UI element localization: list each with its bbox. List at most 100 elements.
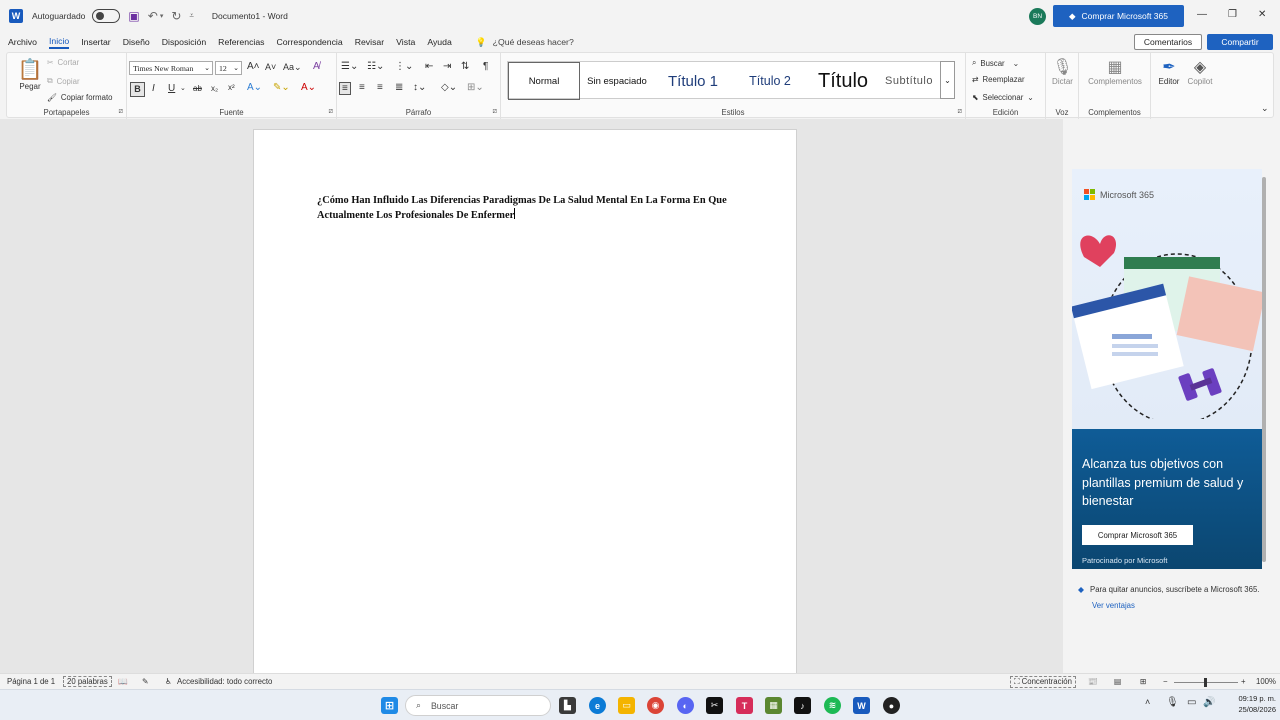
- tab-inicio[interactable]: Inicio: [48, 36, 70, 49]
- tray-chevron-icon[interactable]: ˄: [1145, 697, 1150, 707]
- dictate-button[interactable]: 🎙 Dictar: [1048, 57, 1077, 86]
- pilcrow-icon[interactable]: ¶: [483, 61, 488, 72]
- paste-button[interactable]: 📋 Pegar: [15, 57, 45, 91]
- strikethrough-icon[interactable]: ab: [193, 84, 202, 93]
- font-name-select[interactable]: Times New Roman ⌄: [129, 61, 213, 75]
- tab-diseno[interactable]: Diseño: [123, 37, 150, 47]
- font-launcher-icon[interactable]: ⧄: [329, 108, 333, 116]
- styles-launcher-icon[interactable]: ⧄: [958, 108, 962, 116]
- print-layout-icon[interactable]: ▤: [1114, 677, 1121, 686]
- tab-vista[interactable]: Vista: [396, 37, 415, 47]
- change-case-icon[interactable]: Aa⌄: [283, 62, 302, 73]
- clock[interactable]: 09:19 p. m. 25/08/2026: [1222, 693, 1276, 715]
- task-view-icon[interactable]: ▙: [559, 697, 576, 714]
- zoom-in-icon[interactable]: +: [1241, 677, 1246, 686]
- multilevel-list-icon[interactable]: ⋮⌄: [395, 61, 413, 72]
- shrink-font-icon[interactable]: A˅: [265, 62, 276, 72]
- undo-icon[interactable]: ↶: [148, 9, 158, 23]
- align-center-icon[interactable]: ≡: [359, 82, 365, 93]
- find-button[interactable]: ⌕ Buscar ⌄: [972, 58, 1019, 68]
- underline-icon[interactable]: U: [168, 83, 175, 94]
- tab-referencias[interactable]: Referencias: [218, 37, 264, 47]
- discord-icon[interactable]: ◐: [677, 697, 694, 714]
- style-subtitle[interactable]: Subtítulo: [878, 62, 940, 100]
- minecraft-icon[interactable]: ▦: [765, 697, 782, 714]
- highlight-icon[interactable]: ✎⌄: [273, 82, 290, 93]
- clipboard-launcher-icon[interactable]: ⧄: [119, 108, 123, 116]
- align-right-icon[interactable]: ≡: [377, 82, 383, 93]
- document-page[interactable]: ¿Cómo Han Influido Las Diferencias Parad…: [253, 129, 797, 679]
- grow-font-icon[interactable]: A˄: [247, 61, 260, 72]
- restore-icon[interactable]: ❐: [1228, 9, 1237, 20]
- photo-app-icon[interactable]: T: [736, 697, 753, 714]
- replace-button[interactable]: ⇄ Reemplazar: [972, 75, 1025, 84]
- ad-buy-button[interactable]: Comprar Microsoft 365: [1082, 525, 1193, 545]
- read-mode-icon[interactable]: 📰: [1088, 677, 1098, 686]
- word-taskbar-icon[interactable]: W: [853, 697, 870, 714]
- focus-mode[interactable]: ⛶ Concentración: [1010, 676, 1076, 688]
- undo-dropdown-icon[interactable]: ▾: [160, 12, 164, 20]
- tiktok-icon[interactable]: ♪: [794, 697, 811, 714]
- editor-button[interactable]: ✒ Editor: [1155, 57, 1183, 86]
- customize-qat-icon[interactable]: ⩡: [189, 11, 194, 21]
- style-normal[interactable]: Normal: [508, 62, 580, 100]
- borders-icon[interactable]: ⊞⌄: [467, 82, 484, 93]
- bullets-icon[interactable]: ☰⌄: [341, 61, 358, 72]
- collapse-ribbon-icon[interactable]: ⌄: [1261, 103, 1269, 114]
- clear-formatting-icon[interactable]: A̸: [313, 61, 320, 72]
- style-heading-2[interactable]: Título 2: [732, 62, 808, 100]
- sort-icon[interactable]: ⇅: [461, 61, 469, 72]
- increase-indent-icon[interactable]: ⇥: [443, 61, 451, 72]
- addins-button[interactable]: ▦ Complementos: [1085, 57, 1145, 86]
- tab-archivo[interactable]: Archivo: [8, 37, 37, 47]
- minimize-icon[interactable]: —: [1197, 9, 1207, 20]
- capcut-icon[interactable]: ✂: [706, 697, 723, 714]
- tell-me-search[interactable]: 💡 ¿Qué deseas hacer?: [476, 37, 574, 48]
- autosave-toggle[interactable]: [92, 9, 121, 23]
- text-effects-icon[interactable]: A⌄: [247, 82, 262, 93]
- microphone-tray-icon[interactable]: 🎙: [1166, 697, 1179, 708]
- page-count[interactable]: Página 1 de 1: [7, 677, 55, 686]
- tab-correspondencia[interactable]: Correspondencia: [277, 37, 343, 47]
- format-painter-button[interactable]: 🖌 Copiar formato: [47, 93, 112, 102]
- tab-revisar[interactable]: Revisar: [355, 37, 384, 47]
- buy-microsoft-365-button[interactable]: ◆ Comprar Microsoft 365: [1053, 5, 1184, 27]
- track-changes-icon[interactable]: ✎: [142, 677, 149, 686]
- shading-icon[interactable]: ◇⌄: [441, 82, 457, 93]
- align-left-icon[interactable]: ≡: [339, 82, 351, 95]
- app-with-badge-icon[interactable]: ●: [883, 697, 900, 714]
- cut-button[interactable]: ✂ Cortar: [47, 58, 79, 67]
- user-avatar[interactable]: BN: [1029, 8, 1046, 25]
- styles-more-button[interactable]: ⌄: [940, 61, 955, 99]
- windows-start-icon[interactable]: ⊞: [381, 697, 398, 714]
- tab-insertar[interactable]: Insertar: [81, 37, 110, 47]
- share-button[interactable]: Compartir: [1207, 34, 1273, 50]
- zoom-slider-thumb[interactable]: [1204, 678, 1207, 687]
- redo-icon[interactable]: ↻: [171, 9, 181, 23]
- style-no-spacing[interactable]: Sin espaciado: [580, 62, 654, 100]
- file-explorer-icon[interactable]: ▭: [618, 697, 635, 714]
- zoom-level[interactable]: 100%: [1256, 677, 1276, 686]
- superscript-icon[interactable]: x²: [228, 83, 235, 92]
- word-count[interactable]: 20 palabras: [63, 676, 112, 687]
- volume-icon[interactable]: 🔊: [1203, 697, 1215, 708]
- web-layout-icon[interactable]: ⊞: [1140, 677, 1147, 686]
- underline-dropdown-icon[interactable]: ⌄: [180, 84, 186, 92]
- comments-button[interactable]: Comentarios: [1134, 34, 1202, 50]
- bold-icon[interactable]: B: [130, 82, 145, 97]
- decrease-indent-icon[interactable]: ⇤: [425, 61, 433, 72]
- justify-icon[interactable]: ≣: [395, 82, 403, 93]
- font-color-icon[interactable]: A⌄: [301, 82, 316, 93]
- tab-ayuda[interactable]: Ayuda: [427, 37, 451, 47]
- chrome-icon[interactable]: ◉: [647, 697, 664, 714]
- ad-panel-scrollbar[interactable]: [1262, 177, 1266, 562]
- edge-icon[interactable]: e: [589, 697, 606, 714]
- document-body[interactable]: ¿Cómo Han Influido Las Diferencias Parad…: [317, 194, 727, 223]
- copilot-button[interactable]: ◈ Copilot: [1185, 57, 1215, 86]
- taskbar-search[interactable]: ⌕ Buscar: [405, 695, 551, 716]
- ad-card[interactable]: Microsoft 365 Alcanza tus objetivos con …: [1072, 169, 1262, 569]
- see-benefits-link[interactable]: Ver ventajas: [1092, 601, 1135, 610]
- accessibility-icon[interactable]: ♿: [165, 677, 172, 686]
- paragraph-launcher-icon[interactable]: ⧄: [493, 108, 497, 116]
- spotify-icon[interactable]: ≋: [824, 697, 841, 714]
